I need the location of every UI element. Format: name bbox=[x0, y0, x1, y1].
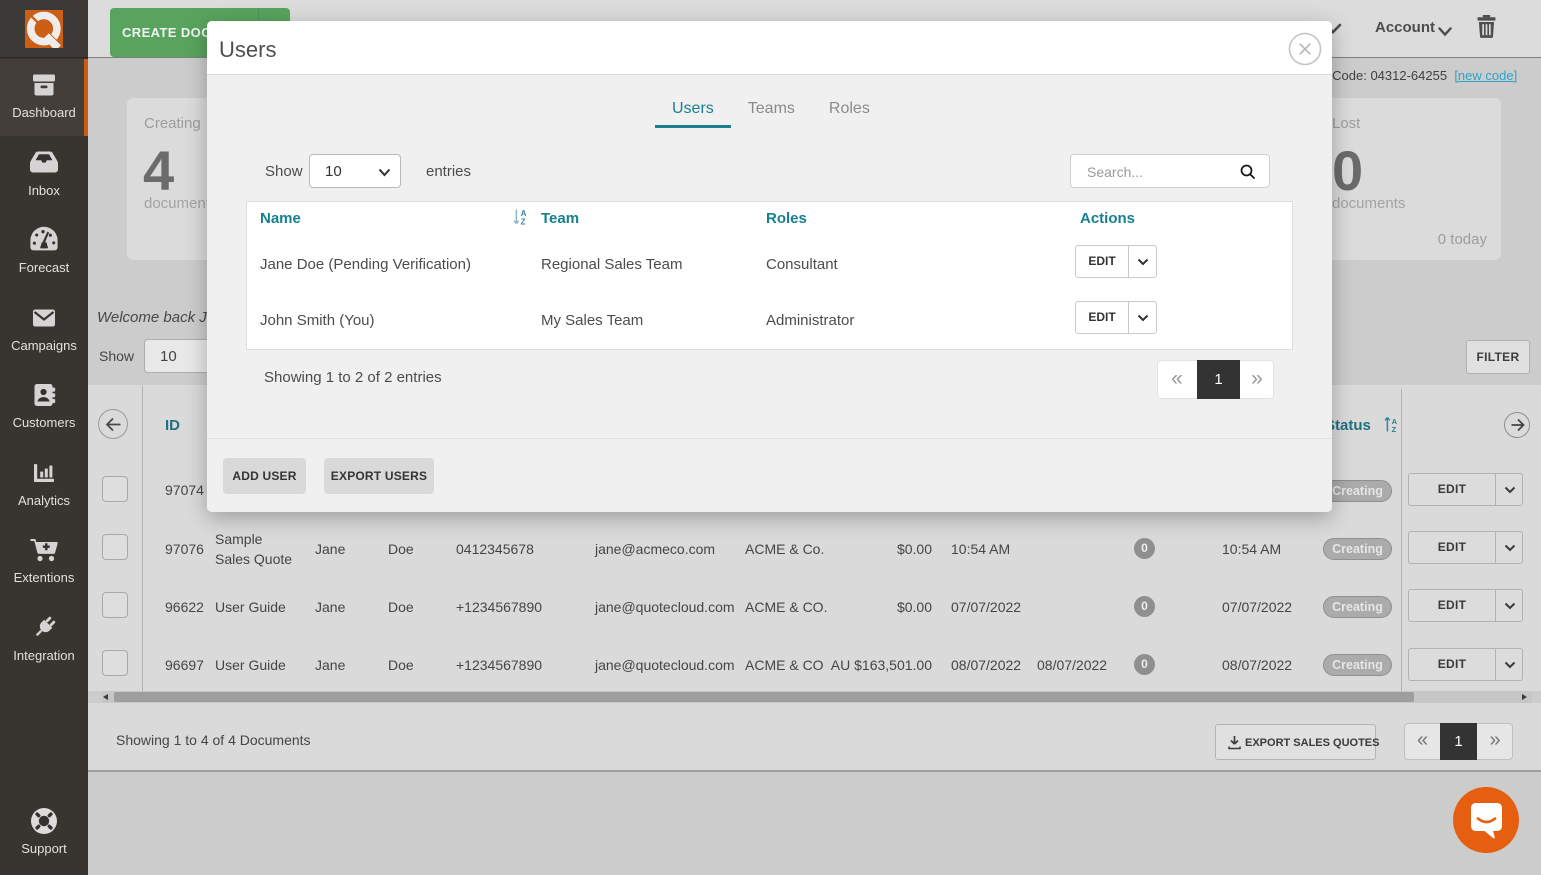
svg-text:Z: Z bbox=[1392, 425, 1397, 433]
svg-text:Z: Z bbox=[521, 218, 526, 226]
